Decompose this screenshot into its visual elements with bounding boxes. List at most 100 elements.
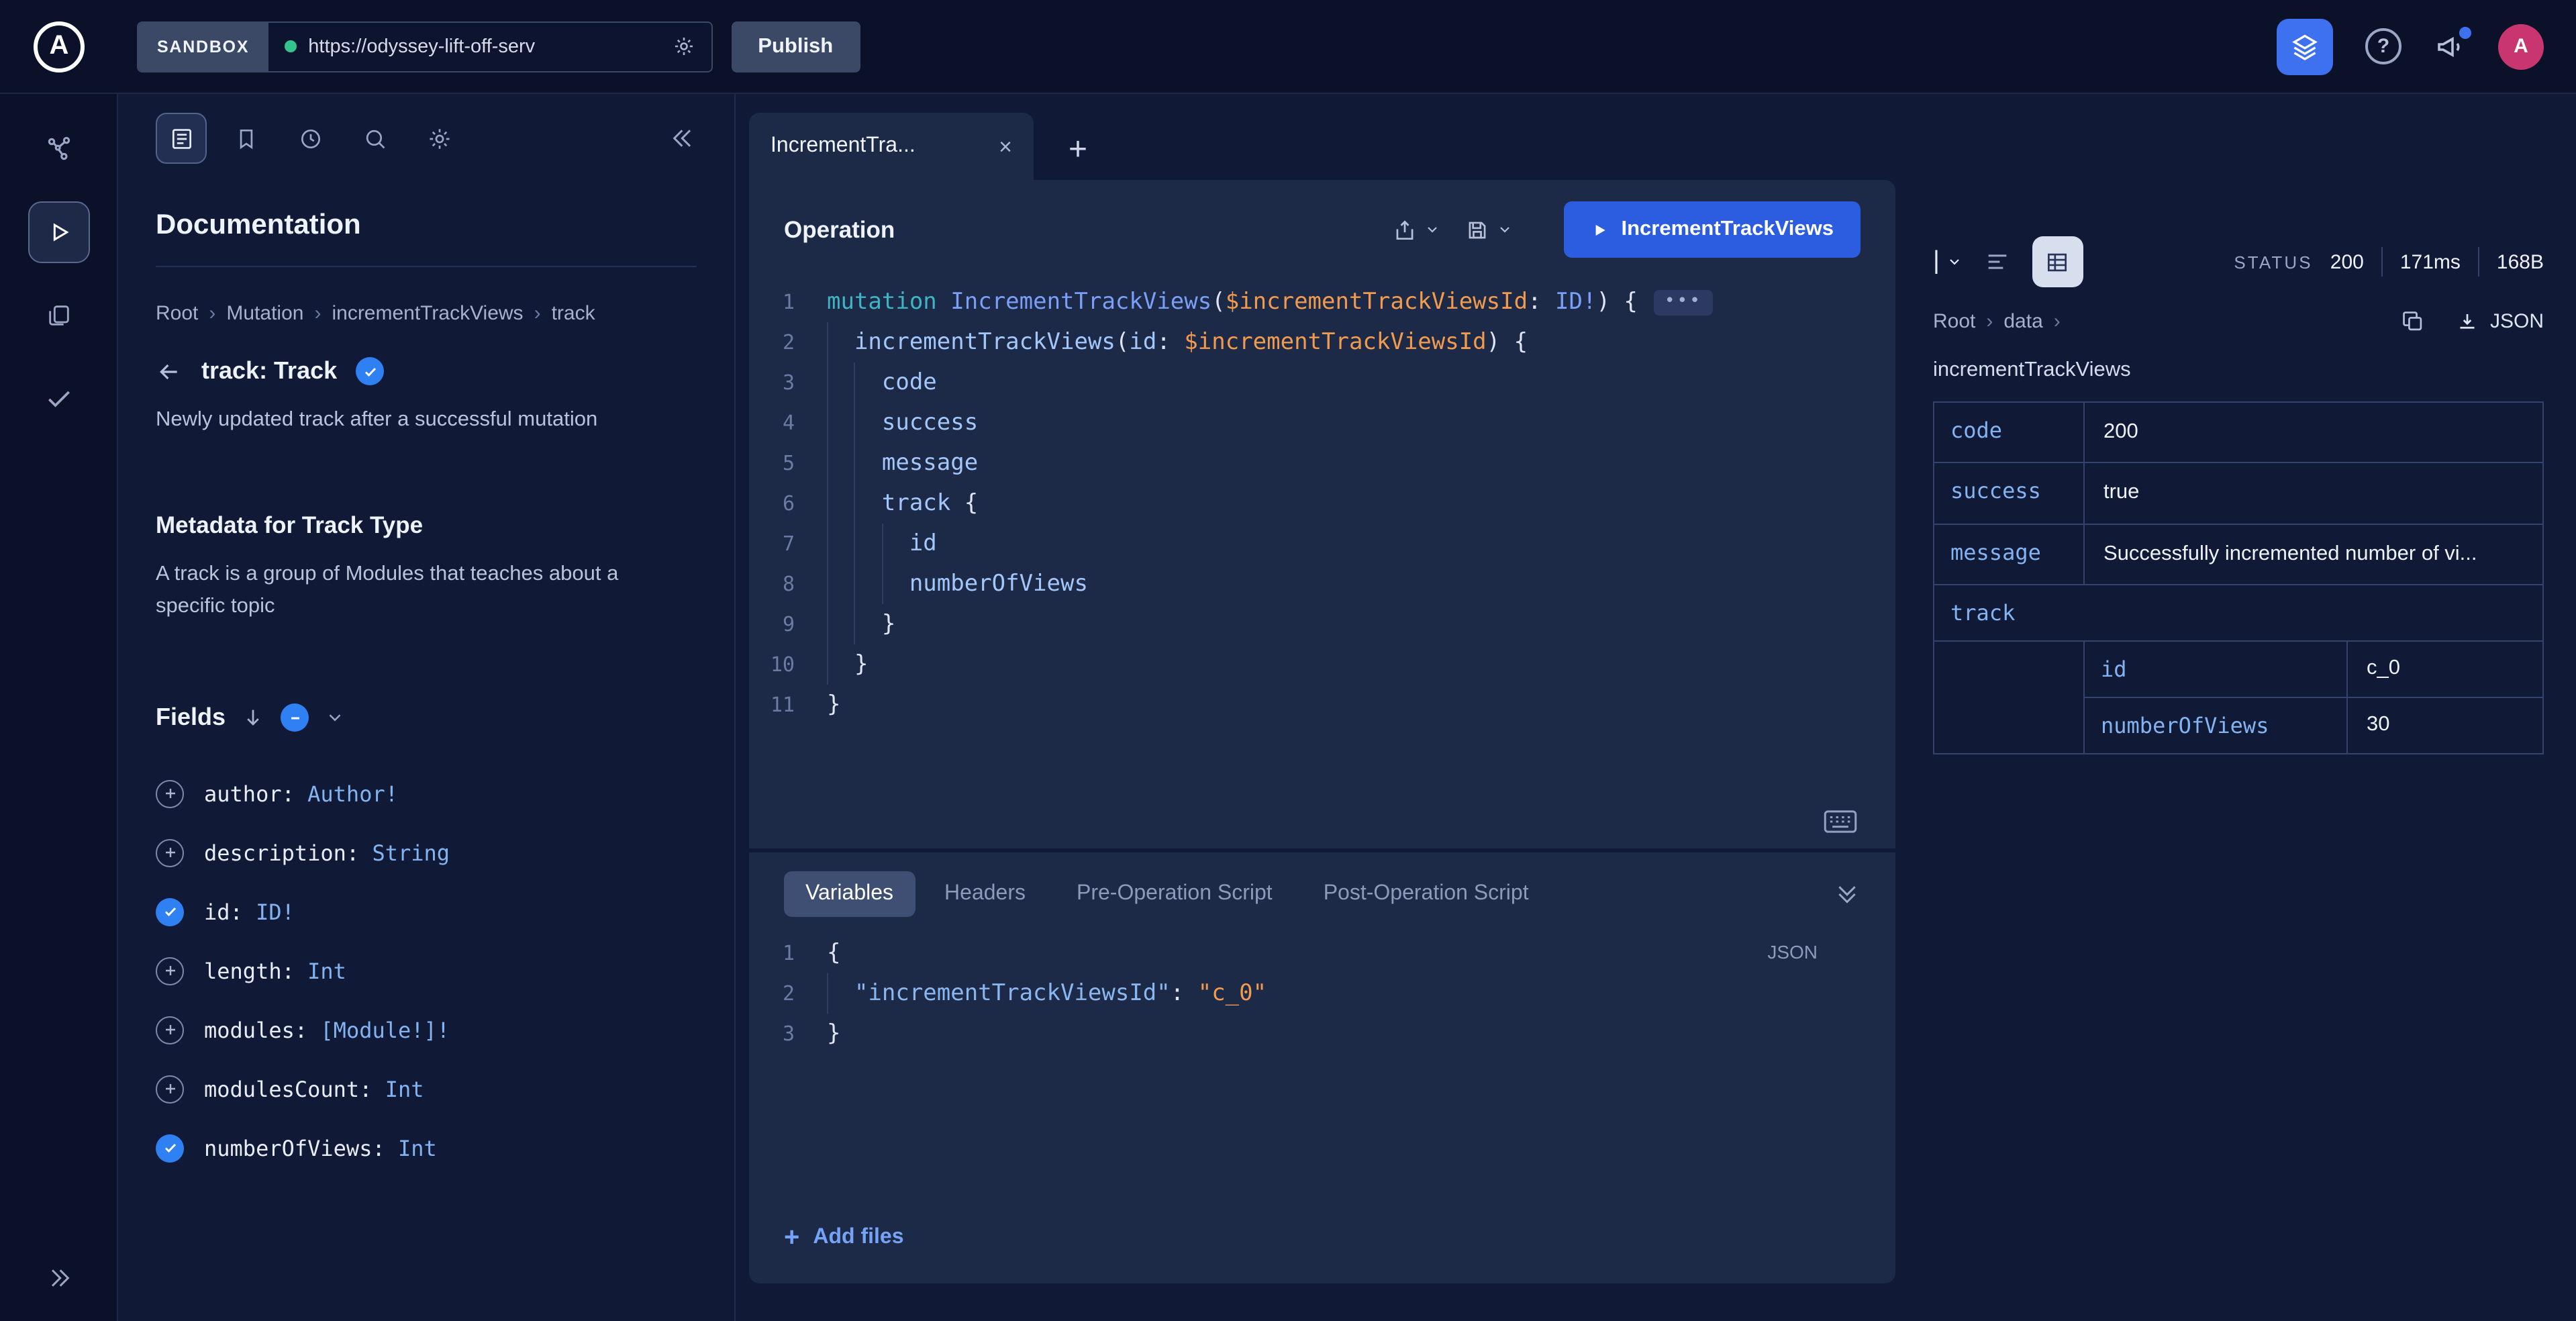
collapse-variables-icon[interactable] xyxy=(1834,881,1861,908)
close-tab-icon[interactable]: × xyxy=(999,135,1012,158)
user-avatar[interactable]: A xyxy=(2498,23,2544,69)
run-play-icon xyxy=(1591,221,1608,238)
response-size: 168B xyxy=(2497,250,2544,273)
code-line[interactable]: 7id xyxy=(749,524,1895,564)
help-icon[interactable]: ? xyxy=(2365,28,2401,64)
code-line[interactable]: 11} xyxy=(749,685,1895,725)
breadcrumb-item[interactable]: Root xyxy=(1933,310,1975,333)
tab-headers[interactable]: Headers xyxy=(923,871,1047,917)
table-view-button[interactable] xyxy=(2032,236,2083,287)
operation-tab[interactable]: IncrementTra... × xyxy=(749,113,1034,180)
endpoint-url[interactable]: https://odyssey-lift-off-serv xyxy=(308,36,660,57)
announcements-icon[interactable] xyxy=(2434,30,2466,62)
field-add-icon[interactable] xyxy=(156,957,184,985)
code-line[interactable]: 5message xyxy=(749,443,1895,483)
tab-post-operation-script[interactable]: Post-Operation Script xyxy=(1302,871,1550,917)
field-row-modulesCount[interactable]: modulesCount: Int xyxy=(156,1059,697,1118)
breadcrumb-item[interactable]: data xyxy=(2003,310,2042,333)
add-tab-button[interactable]: + xyxy=(1069,134,1087,166)
breadcrumb-item[interactable]: Root xyxy=(156,302,198,325)
tab-settings[interactable] xyxy=(413,113,464,164)
code-line[interactable]: 1mutation IncrementTrackViews($increment… xyxy=(749,282,1895,322)
tab-saved[interactable] xyxy=(220,113,271,164)
line-number: 3 xyxy=(749,1022,827,1046)
left-rail xyxy=(0,94,118,1321)
tab-pre-operation-script[interactable]: Pre-Operation Script xyxy=(1055,871,1294,917)
code-line[interactable]: 3} xyxy=(749,1014,1895,1054)
download-json-button[interactable]: JSON xyxy=(2455,309,2544,334)
variables-editor[interactable]: JSON 1{2"incrementTrackViewsId": "c_0"3} xyxy=(749,933,1895,1054)
field-row-numberOfViews[interactable]: numberOfViews: Int xyxy=(156,1118,697,1177)
rail-item-operations[interactable] xyxy=(28,285,89,346)
tab-documentation[interactable] xyxy=(156,113,207,164)
apollo-logo[interactable]: A xyxy=(34,21,85,72)
rail-expand-button[interactable] xyxy=(45,1265,72,1291)
sandbox-badge[interactable]: SANDBOX xyxy=(138,22,268,70)
field-row-id[interactable]: id: ID! xyxy=(156,882,697,941)
field-add-icon[interactable] xyxy=(156,1075,184,1103)
rail-item-schema[interactable] xyxy=(28,118,89,180)
share-action[interactable] xyxy=(1392,217,1440,242)
field-row-length[interactable]: length: Int xyxy=(156,941,697,1000)
field-checked-icon[interactable] xyxy=(156,1134,184,1162)
endpoint-url-field[interactable]: https://odyssey-lift-off-serv xyxy=(268,22,711,70)
publish-button[interactable]: Publish xyxy=(731,21,860,72)
response-cursor-selector[interactable]: | xyxy=(1933,247,1963,277)
tab-history[interactable] xyxy=(285,113,336,164)
field-label: length: Int xyxy=(204,958,346,983)
response-row-message[interactable]: messageSuccessfully incremented number o… xyxy=(1934,525,2542,586)
field-add-icon[interactable] xyxy=(156,1016,184,1044)
code-line[interactable]: 2incrementTrackViews(id: $incrementTrack… xyxy=(749,322,1895,362)
response-row-code[interactable]: code200 xyxy=(1934,403,2542,464)
endpoint-settings-icon[interactable] xyxy=(672,35,695,58)
chevron-down-icon xyxy=(1424,222,1440,238)
field-row-author[interactable]: author: Author! xyxy=(156,764,697,823)
breadcrumb-item[interactable]: incrementTrackViews xyxy=(332,302,523,325)
deselect-all-fields-icon[interactable] xyxy=(281,703,309,732)
breadcrumb-item[interactable]: track xyxy=(552,302,595,325)
graph-layers-button[interactable] xyxy=(2277,18,2333,75)
code-line[interactable]: 9} xyxy=(749,604,1895,644)
field-checked-icon[interactable] xyxy=(156,897,184,926)
endpoint-control: SANDBOX https://odyssey-lift-off-serv xyxy=(137,21,712,72)
field-label: author: Author! xyxy=(204,781,398,806)
metadata-description: A track is a group of Modules that teach… xyxy=(156,558,623,623)
code-line[interactable]: 1{ xyxy=(749,933,1895,973)
response-toolbar: | STATUS 200 171ms 168B xyxy=(1933,236,2544,287)
tab-search[interactable] xyxy=(349,113,400,164)
tab-variables[interactable]: Variables xyxy=(784,871,915,917)
response-row-success[interactable]: successtrue xyxy=(1934,464,2542,525)
type-selected-badge xyxy=(356,357,384,385)
response-row-track[interactable]: track xyxy=(1934,586,2542,642)
rail-item-checks[interactable] xyxy=(28,368,89,430)
line-content: } xyxy=(827,604,895,644)
sort-down-icon[interactable] xyxy=(242,706,264,729)
field-row-modules[interactable]: modules: [Module!]! xyxy=(156,1000,697,1059)
type-description: Newly updated track after a successful m… xyxy=(156,404,623,436)
indent-guide xyxy=(827,403,854,443)
breadcrumb-item[interactable]: Mutation xyxy=(226,302,303,325)
code-line[interactable]: 6track { xyxy=(749,483,1895,524)
code-line[interactable]: 8numberOfViews xyxy=(749,564,1895,604)
collapsed-ellipsis-icon[interactable]: ••• xyxy=(1654,289,1713,315)
rail-item-explorer[interactable] xyxy=(28,201,89,263)
field-add-icon[interactable] xyxy=(156,779,184,808)
fields-options-chevron-icon[interactable] xyxy=(325,707,345,728)
run-operation-button[interactable]: IncrementTrackViews xyxy=(1564,201,1861,258)
tree-view-icon[interactable] xyxy=(1984,248,2011,275)
add-files-button[interactable]: + Add files xyxy=(749,1224,1895,1283)
code-line[interactable]: 4success xyxy=(749,403,1895,443)
field-add-icon[interactable] xyxy=(156,838,184,867)
code-line[interactable]: 2"incrementTrackViewsId": "c_0" xyxy=(749,973,1895,1014)
collapse-panel-button[interactable] xyxy=(670,125,697,152)
operation-editor[interactable]: 1mutation IncrementTrackViews($increment… xyxy=(749,268,1895,848)
save-action[interactable] xyxy=(1465,217,1513,242)
code-line[interactable]: 3code xyxy=(749,362,1895,403)
code-line[interactable]: 10} xyxy=(749,644,1895,685)
token-pl: { xyxy=(950,490,978,517)
copy-response-icon[interactable] xyxy=(2400,309,2426,334)
field-row-description[interactable]: description: String xyxy=(156,823,697,882)
breadcrumb-separator-icon: › xyxy=(209,302,215,325)
back-arrow-icon[interactable] xyxy=(156,358,183,385)
keyboard-shortcuts-icon[interactable] xyxy=(1823,808,1858,835)
